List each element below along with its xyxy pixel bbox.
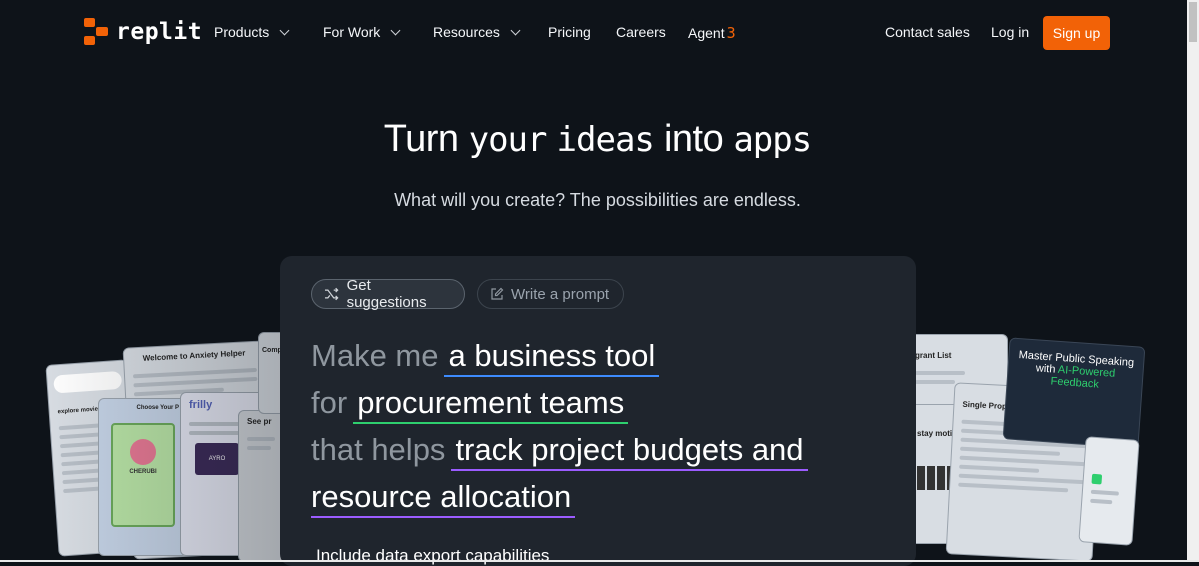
edit-icon [491,287,504,300]
nav-resources-label: Resources [433,24,500,40]
showcase-card-public-speaking: Master Public Speaking with AI-Powered F… [1002,337,1146,449]
hero-subtitle: What will you create? The possibilities … [394,190,801,210]
showcase-card-tracker [1078,436,1140,546]
card-heading: See pr [247,417,272,426]
hero-title-word: into [663,118,724,160]
nav-careers[interactable]: Careers [616,24,666,40]
contact-sales-label: Contact sales [885,24,970,40]
page-scrollbar[interactable] [1187,0,1199,562]
chevron-down-icon [279,25,290,35]
prompt-slot-purpose[interactable]: track project budgets and [451,432,808,471]
nav-agent-label: Agent [688,25,725,41]
card-heading: Choose Your P [136,405,179,411]
nav-pricing[interactable]: Pricing [548,24,591,40]
agent-version-badge: 3 [726,24,736,42]
prompt-line-1: Make me a business tool [311,338,660,377]
showcase-card-see: See pr [238,410,286,562]
contact-sales-link[interactable]: Contact sales [885,24,970,40]
prompt-line-2: for procurement teams [311,385,629,424]
top-nav: replit Products For Work Resources Prici… [0,0,1199,64]
card-heading-accent: Feedback [1050,375,1100,391]
scrollbar-thumb[interactable] [1189,2,1197,42]
hero-title-word: apps [733,120,812,160]
replit-logo[interactable]: replit [84,18,202,46]
nav-pricing-label: Pricing [548,24,591,40]
prompt-slot-audience[interactable]: procurement teams [353,385,629,424]
nav-products[interactable]: Products [214,24,290,40]
write-prompt-chip[interactable]: Write a prompt [477,279,624,309]
brand-name: replit [116,19,203,45]
write-prompt-label: Write a prompt [511,285,610,303]
login-label: Log in [991,24,1030,40]
hero-title: Turn your ideas into apps [0,118,1195,161]
nav-for-work[interactable]: For Work [323,24,401,40]
prompt-line-4: resource allocation [311,479,576,518]
prompt-prefix: that helps [311,432,446,467]
prompt-prefix: for [311,385,348,420]
shuffle-icon [324,287,339,301]
prompt-slot-purpose-cont[interactable]: resource allocation [311,479,576,518]
signup-button[interactable]: Sign up [1043,16,1110,50]
prompt-line-3: that helps track project budgets and [311,432,808,471]
hero-title-word: your [468,120,548,160]
card-heading: grant List [915,351,952,360]
chevron-down-icon [510,25,521,35]
chevron-down-icon [390,25,401,35]
nav-for-work-label: For Work [323,24,381,40]
nav-products-label: Products [214,24,270,40]
login-link[interactable]: Log in [991,24,1029,40]
get-suggestions-label: Get suggestions [346,277,427,311]
nav-careers-label: Careers [616,24,666,40]
card-heading: Welcome to Anxiety Helper [142,348,246,363]
showcase-card-pokemon: Choose Your P CHERUBI [98,398,188,556]
get-suggestions-chip[interactable]: Get suggestions [311,277,465,311]
prompt-extra-feature: Include data export capabilities [316,546,550,565]
card-value: AYRO [195,443,239,475]
card-heading: with [1035,362,1056,376]
nav-resources[interactable]: Resources [433,24,521,40]
prompt-panel: Get suggestions Write a prompt Make me a … [280,256,916,566]
hero-title-word: Turn [383,118,459,160]
prompt-prefix: Make me [311,338,439,373]
prompt-slot-app-type[interactable]: a business tool [444,338,660,377]
hero-title-word: ideas [556,120,655,160]
card-value: CHERUBI [129,469,157,475]
replit-logo-icon [84,18,108,46]
nav-agent[interactable]: Agent 3 [688,24,736,42]
